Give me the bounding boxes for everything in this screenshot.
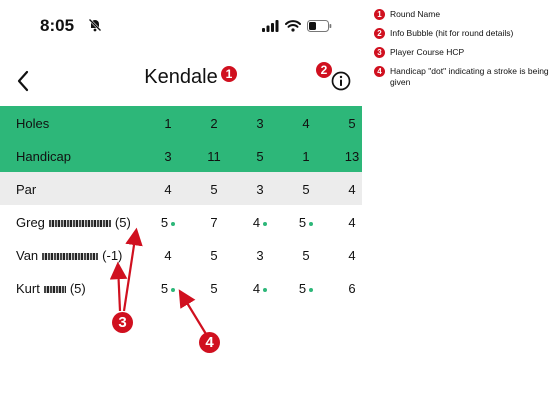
player-score: 4	[246, 281, 274, 296]
player-score: 3	[246, 248, 274, 263]
stroke-dot	[171, 221, 176, 226]
player-course-hcp: (5)	[69, 281, 86, 296]
score-value: 5	[298, 215, 307, 230]
annotation-badge-4: 4	[199, 332, 220, 353]
player-label: Kurt (5)	[16, 281, 86, 296]
status-time: 8:05	[40, 16, 75, 35]
player-score: 5	[200, 248, 228, 263]
legend-badge: 4	[374, 66, 385, 77]
player-course-hcp: (5)	[114, 215, 131, 230]
round-name-text: Kendale	[144, 66, 218, 88]
stroke-dot	[263, 221, 268, 226]
legend-item: 2 Info Bubble (hit for round details)	[374, 28, 554, 39]
player-row-kurt[interactable]: Kurt (5) 5 5 4 5 6	[0, 271, 362, 304]
score-value: 5	[302, 248, 310, 263]
hole-handicap: 5	[256, 149, 264, 164]
player-course-hcp: (-1)	[102, 248, 123, 263]
legend-item: 1 Round Name	[374, 9, 554, 20]
hole-handicap: 13	[344, 149, 360, 164]
player-score: 5	[292, 215, 320, 230]
annotation-badge-3: 3	[112, 312, 133, 333]
annotation-badge-2: 2	[316, 62, 332, 78]
hole-handicap: 11	[207, 149, 221, 164]
hole-number: 1	[164, 116, 172, 131]
status-icons	[262, 19, 332, 37]
score-value: 5	[210, 248, 218, 263]
phone-screen: 8:05 Kendale Holes 1 2 3 4 5 Handicap 3 …	[0, 0, 362, 419]
round-name-title: Kendale	[0, 66, 362, 89]
hole-handicap: 3	[164, 149, 172, 164]
player-score: 5	[292, 248, 320, 263]
holes-row: Holes 1 2 3 4 5	[0, 106, 362, 139]
hole-handicap: 1	[302, 149, 310, 164]
legend-badge: 3	[374, 47, 385, 58]
stroke-dot	[171, 287, 176, 292]
stroke-dot	[309, 221, 314, 226]
legend-text: Player Course HCP	[390, 47, 465, 57]
score-value: 7	[210, 215, 218, 230]
bell-slash-icon	[88, 18, 102, 37]
handicap-row: Handicap 3 11 5 1 13	[0, 139, 362, 172]
legend-badge: 2	[374, 28, 385, 39]
player-score: 6	[338, 281, 362, 296]
score-value: 4	[348, 215, 356, 230]
score-value: 3	[256, 248, 264, 263]
score-value: 4	[164, 248, 172, 263]
score-value: 5	[298, 281, 307, 296]
hole-number: 5	[348, 116, 356, 131]
score-value: 5	[160, 281, 169, 296]
player-row-greg[interactable]: Greg (5) 5 7 4 5 4	[0, 205, 362, 238]
redacted-last-name	[43, 286, 66, 294]
legend-text: Handicap "dot" indicating a stroke is be…	[390, 66, 549, 87]
holes-label: Holes	[16, 116, 50, 131]
info-circle-icon[interactable]	[331, 71, 351, 96]
score-value: 6	[348, 281, 356, 296]
player-score: 4	[338, 248, 362, 263]
hole-number: 4	[302, 116, 310, 131]
player-label: Van (-1)	[16, 248, 122, 263]
player-first-name: Kurt	[16, 281, 40, 296]
player-first-name: Greg	[16, 215, 45, 230]
handicap-label: Handicap	[16, 149, 71, 164]
redacted-last-name	[48, 220, 111, 228]
hole-par: 4	[348, 182, 356, 197]
score-value: 4	[252, 281, 261, 296]
par-row: Par 4 5 3 5 4	[0, 172, 362, 205]
player-first-name: Van	[16, 248, 39, 263]
redacted-last-name	[42, 253, 99, 261]
stroke-dot	[309, 287, 314, 292]
hole-par: 4	[164, 182, 172, 197]
legend-item: 3 Player Course HCP	[374, 47, 554, 58]
score-value: 5	[160, 215, 169, 230]
legend-item: 4 Handicap "dot" indicating a stroke is b…	[374, 66, 554, 88]
player-score: 4	[246, 215, 274, 230]
player-score: 4	[154, 248, 182, 263]
stroke-dot	[263, 287, 268, 292]
player-score: 5	[200, 281, 228, 296]
player-score: 5	[154, 215, 182, 230]
hole-par: 5	[302, 182, 310, 197]
annotation-legend: 1 Round Name 2 Info Bubble (hit for round …	[374, 9, 554, 96]
annotation-badge-1: 1	[221, 66, 237, 82]
score-value: 5	[210, 281, 218, 296]
hole-number: 3	[256, 116, 264, 131]
player-score: 5	[154, 281, 182, 296]
battery-icon	[307, 19, 332, 37]
wifi-icon	[285, 19, 301, 37]
score-value: 4	[252, 215, 261, 230]
signal-icon	[262, 19, 279, 37]
legend-text: Round Name	[390, 9, 441, 19]
hole-par: 5	[210, 182, 218, 197]
hole-par: 3	[256, 182, 264, 197]
hole-number: 2	[210, 116, 218, 131]
legend-text: Info Bubble (hit for round details)	[390, 28, 514, 38]
score-value: 4	[348, 248, 356, 263]
legend-badge: 1	[374, 9, 385, 20]
player-row-van[interactable]: Van (-1) 4 5 3 5 4	[0, 238, 362, 271]
par-label: Par	[16, 182, 37, 197]
player-label: Greg (5)	[16, 215, 131, 230]
player-score: 4	[338, 215, 362, 230]
player-score: 7	[200, 215, 228, 230]
player-score: 5	[292, 281, 320, 296]
